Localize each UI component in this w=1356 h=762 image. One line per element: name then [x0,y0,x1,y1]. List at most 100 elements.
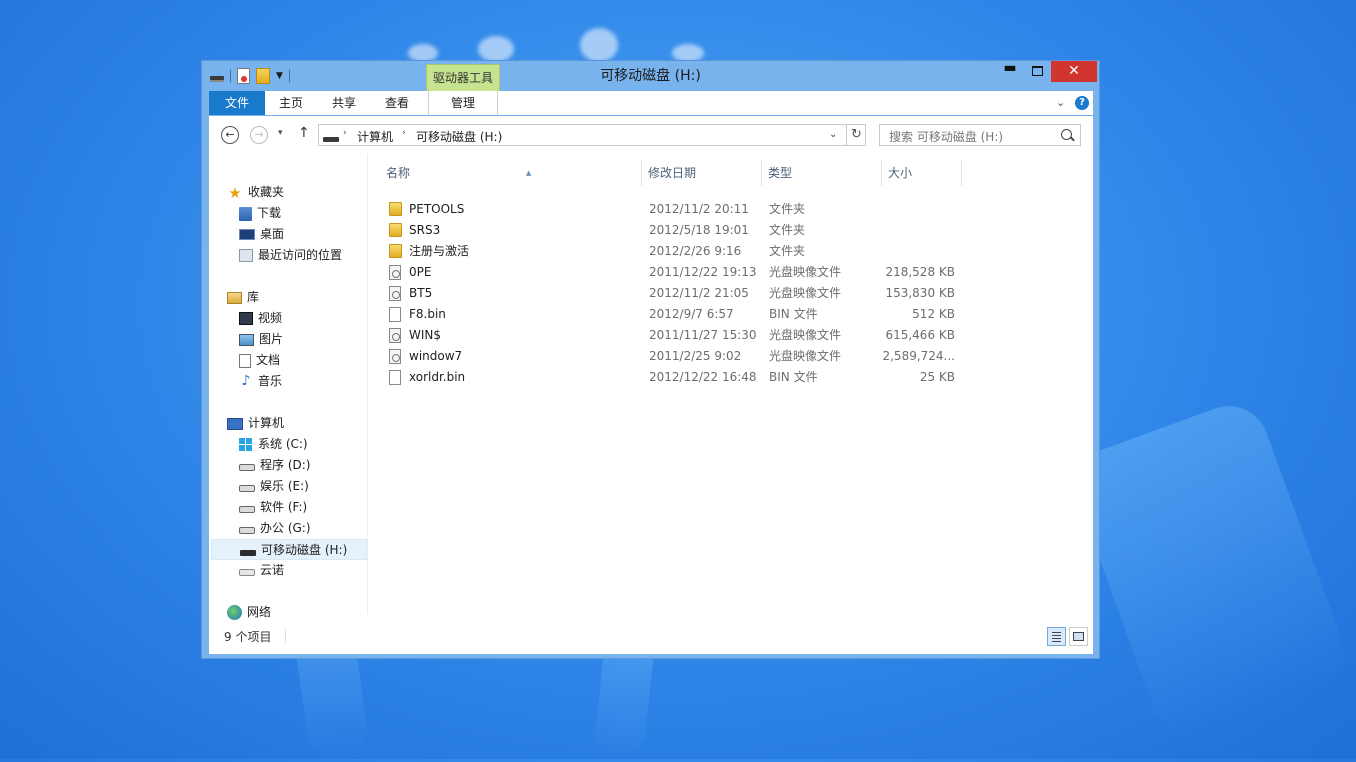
nav-music[interactable]: ♪ 音乐 [239,371,282,392]
tab-manage[interactable]: 管理 [428,91,498,115]
explorer-content: ← → ▾ ↑ › 计算机 › 可移动磁盘 (H:) ⌄ ↻ 搜索 可移动磁盘 … [209,116,1093,654]
details-view-button[interactable] [1047,627,1066,646]
table-row[interactable]: F8.bin 2012/9/7 6:57 BIN 文件 512 KB [385,304,965,325]
table-row[interactable]: window7 2011/2/25 9:02 光盘映像文件 2,589,724... [385,346,965,367]
refresh-button[interactable]: ↻ [846,125,866,145]
nav-downloads[interactable]: 下载 [239,203,281,224]
maximize-button[interactable] [1024,61,1050,82]
large-icons-view-button[interactable] [1069,627,1088,646]
breadcrumb-computer[interactable]: 计算机 [357,128,393,145]
column-divider[interactable] [961,160,962,186]
nav-favorites[interactable]: ★ 收藏夹 [227,182,284,203]
table-row[interactable]: 0PE 2011/12/22 19:13 光盘映像文件 218,528 KB [385,262,965,283]
properties-icon[interactable] [237,68,250,84]
file-type: 文件夹 [769,202,806,216]
nav-label: 最近访问的位置 [258,248,343,262]
file-type: 文件夹 [769,223,806,237]
nav-yunnuo[interactable]: 云诺 [239,560,284,581]
tab-share[interactable]: 共享 [322,91,366,115]
nav-drive-c[interactable]: 系统 (C:) [239,434,308,455]
file-name: 注册与激活 [409,244,470,258]
navigation-pane: ★ 收藏夹 下载 桌面 最近访问的位置 库 视频 图片 文档 ♪ 音乐 计算机 系统… [209,154,368,620]
nav-documents[interactable]: 文档 [239,350,280,371]
hard-drive-icon [239,506,255,513]
nav-label: 程序 (D:) [260,458,311,472]
file-type: BIN 文件 [769,307,818,321]
file-size: 512 KB [912,307,955,321]
up-button[interactable]: ↑ [298,125,310,141]
nav-label: 计算机 [248,416,285,430]
star-icon: ★ [228,183,242,202]
status-separator [285,629,286,643]
address-dropdown-icon[interactable]: ⌄ [829,129,837,140]
music-icon: ♪ [241,373,251,389]
nav-videos[interactable]: 视频 [239,308,282,329]
nav-drive-e[interactable]: 娱乐 (E:) [239,476,309,497]
breadcrumb-separator[interactable]: › [402,128,406,138]
table-row[interactable]: BT5 2012/11/2 21:05 光盘映像文件 153,830 KB [385,283,965,304]
file-date: 2011/2/25 9:02 [649,349,742,363]
disc-image-icon [389,265,401,280]
file-type: 光盘映像文件 [769,328,842,342]
table-row[interactable]: WIN$ 2011/11/27 15:30 光盘映像文件 615,466 KB [385,325,965,346]
search-placeholder: 搜索 可移动磁盘 (H:) [889,130,1004,144]
file-date: 2012/12/22 16:48 [649,370,757,384]
file-name: xorldr.bin [409,370,466,384]
file-size: 218,528 KB [885,265,955,279]
table-row[interactable]: SRS3 2012/5/18 19:01 文件夹 [385,220,965,241]
nav-drive-g[interactable]: 办公 (G:) [239,518,311,539]
column-divider[interactable] [641,160,642,186]
nav-drive-d[interactable]: 程序 (D:) [239,455,310,476]
tab-home[interactable]: 主页 [269,91,313,115]
column-divider[interactable] [761,160,762,186]
drive-icon[interactable] [210,76,224,82]
qat-separator [288,70,290,82]
table-row[interactable]: PETOOLS 2012/11/2 20:11 文件夹 [385,199,965,220]
close-button[interactable]: ✕ [1051,61,1097,82]
file-size: 2,589,724... [882,349,955,363]
search-icon[interactable] [1061,129,1072,140]
column-header-name[interactable]: 名称 ▲ [386,162,641,184]
column-header-type[interactable]: 类型 [768,162,878,184]
column-header-size[interactable]: 大小 [888,162,958,184]
back-button[interactable]: ← [221,126,239,144]
file-size [845,241,955,262]
explorer-window: ▼ 驱动器工具 可移动磁盘 (H:) ▬ ✕ 文件 主页 共享 查看 管理 ⌄ … [201,60,1100,659]
sort-ascending-icon: ▲ [526,169,532,177]
nav-label: 库 [247,290,260,304]
search-input[interactable]: 搜索 可移动磁盘 (H:) [879,124,1081,146]
breadcrumb-removable-disk[interactable]: 可移动磁盘 (H:) [416,128,502,145]
column-header-date[interactable]: 修改日期 [648,162,758,184]
nav-computer[interactable]: 计算机 [227,413,284,434]
qat-separator [230,70,231,82]
new-folder-icon[interactable] [256,68,270,84]
nav-drive-h[interactable]: 可移动磁盘 (H:) [211,539,367,560]
documents-icon [239,353,251,368]
tab-view[interactable]: 查看 [375,91,419,115]
table-row[interactable]: xorldr.bin 2012/12/22 16:48 BIN 文件 25 KB [385,367,965,388]
address-bar[interactable]: › 计算机 › 可移动磁盘 (H:) ⌄ ↻ [318,124,866,146]
library-icon [227,291,242,304]
minimize-button[interactable]: ▬ [997,61,1023,82]
tab-file[interactable]: 文件 [209,91,265,115]
title-bar[interactable]: ▼ 驱动器工具 可移动磁盘 (H:) ▬ ✕ [202,61,1099,91]
qat-customize-icon[interactable]: ▼ [276,71,283,81]
nav-libraries[interactable]: 库 [227,287,259,308]
nav-drive-f[interactable]: 软件 (F:) [239,497,307,518]
file-name: SRS3 [409,223,441,237]
breadcrumb-separator[interactable]: › [343,128,347,138]
expand-ribbon-icon[interactable]: ⌄ [1056,91,1065,115]
file-type: 光盘映像文件 [769,349,842,363]
forward-button[interactable]: → [250,126,268,144]
nav-recent-places[interactable]: 最近访问的位置 [239,245,342,266]
address-row: ← → ▾ ↑ › 计算机 › 可移动磁盘 (H:) ⌄ ↻ 搜索 可移动磁盘 … [209,116,1093,154]
ribbon-tabs: 文件 主页 共享 查看 管理 ⌄ ? [209,91,1093,115]
help-icon[interactable]: ? [1075,96,1089,110]
column-divider[interactable] [881,160,882,186]
nav-pictures[interactable]: 图片 [239,329,283,350]
table-row[interactable]: 注册与激活 2012/2/26 9:16 文件夹 [385,241,965,262]
recent-locations-icon[interactable]: ▾ [278,128,283,138]
nav-desktop[interactable]: 桌面 [239,224,284,245]
bg-flower [478,36,514,62]
file-date: 2012/11/2 20:11 [649,202,749,216]
